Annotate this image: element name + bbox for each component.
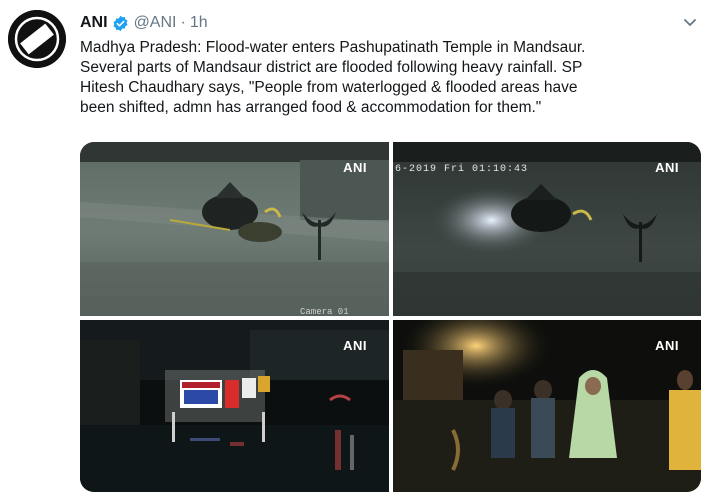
camera-label: Camera 01: [300, 307, 349, 316]
ani-watermark: ANI: [655, 160, 679, 175]
tweet-text-line: been shifted, admn has arranged food & a…: [80, 99, 542, 116]
tweet-timestamp[interactable]: 1h: [190, 14, 208, 32]
tweet-text-line: Madhya Pradesh: Flood-water enters Pashu…: [80, 39, 586, 56]
verified-badge-icon: [112, 15, 129, 32]
author-handle[interactable]: @ANI: [134, 14, 177, 32]
tweet-text: Madhya Pradesh: Flood-water enters Pashu…: [80, 38, 705, 118]
photo-2[interactable]: 6-2019 Fri 01:10:43 ANI: [393, 142, 701, 316]
photo-1[interactable]: Camera 01 ANI: [80, 142, 389, 316]
tweet-header: ANI @ANI · 1h: [80, 10, 208, 36]
tweet-card[interactable]: ANI @ANI · 1h Madhya Pradesh: Flood-wate…: [0, 0, 720, 501]
ani-logo: [8, 10, 66, 68]
tweet-text-line: Hitesh Chaudhary says, "People from wate…: [80, 79, 578, 96]
ani-watermark: ANI: [655, 338, 679, 353]
ani-watermark: ANI: [343, 338, 367, 353]
tweet-text-line: Several parts of Mandsaur district are f…: [80, 59, 583, 76]
separator-dot: ·: [180, 14, 186, 31]
media-grid: Camera 01 ANI 6-2019 Fri 01:10:43 ANI AN…: [80, 142, 701, 492]
photo-3[interactable]: ANI: [80, 320, 389, 492]
avatar[interactable]: [8, 10, 66, 68]
author-name[interactable]: ANI: [80, 14, 108, 32]
ani-watermark: ANI: [343, 160, 367, 175]
chevron-down-icon[interactable]: [682, 14, 698, 30]
photo-4[interactable]: ANI: [393, 320, 701, 492]
cctv-timestamp: 6-2019 Fri 01:10:43: [395, 164, 529, 175]
